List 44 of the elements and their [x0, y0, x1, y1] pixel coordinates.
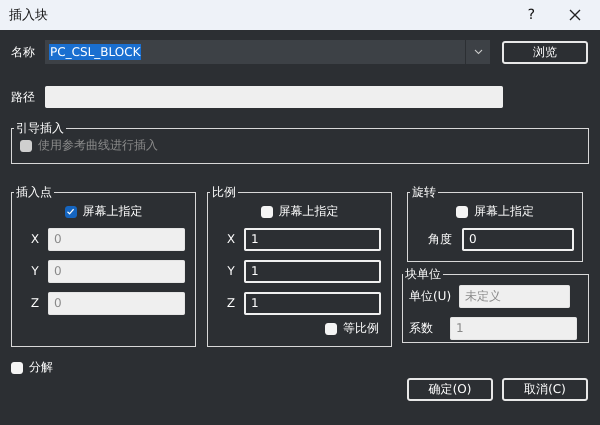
- dialog-button[interactable]: 确定(O): [407, 378, 493, 401]
- field-label: Z: [226, 296, 236, 310]
- dialog-button[interactable]: 取消(C): [502, 378, 588, 401]
- checkbox-label: 等比例: [343, 320, 379, 337]
- field-label: 名称: [11, 44, 36, 60]
- input-field[interactable]: 1: [244, 228, 381, 250]
- input-field: 0: [48, 260, 185, 282]
- checkbox[interactable]: [260, 206, 272, 218]
- checkbox-label: 使用参考曲线进行插入: [38, 137, 158, 154]
- field-label: 角度: [427, 230, 453, 248]
- checkbox[interactable]: [11, 362, 23, 374]
- field-label: 路径: [11, 88, 36, 106]
- checkbox-label: 屏幕上指定: [474, 203, 534, 220]
- group-title: 块单位: [404, 266, 442, 283]
- field-label: Y: [30, 264, 40, 278]
- browse-button[interactable]: 浏览: [502, 40, 588, 64]
- path-field[interactable]: [45, 86, 503, 108]
- group-title: 比例: [211, 184, 237, 201]
- checkbox-label: 屏幕上指定: [278, 203, 338, 220]
- input-field[interactable]: 1: [244, 260, 381, 282]
- input-field[interactable]: 0: [462, 228, 574, 250]
- field-label: 系数: [409, 320, 434, 336]
- input-field: 0: [48, 228, 185, 250]
- input-field: 1: [450, 316, 577, 340]
- input-field: 未定义: [459, 284, 570, 308]
- window-title: 插入块: [9, 7, 48, 24]
- group-title: 引导插入: [15, 120, 65, 137]
- field-label: Z: [30, 296, 40, 310]
- checkbox-label: 屏幕上指定: [82, 203, 142, 220]
- field-label: 单位(U): [409, 288, 452, 304]
- group-title: 旋转: [411, 184, 437, 201]
- group-title: 插入点: [15, 184, 53, 201]
- field-label: X: [226, 232, 236, 246]
- input-field: 0: [48, 292, 185, 314]
- checkbox[interactable]: [456, 206, 468, 218]
- help-button[interactable]: ?: [524, 7, 539, 23]
- checkbox[interactable]: [325, 322, 337, 334]
- checkbox[interactable]: [64, 206, 76, 218]
- close-icon[interactable]: [569, 9, 581, 21]
- checkbox-label: 分解: [29, 359, 53, 376]
- field-label: X: [30, 232, 40, 246]
- input-field[interactable]: 1: [244, 292, 381, 314]
- name-combobox[interactable]: PC_CSL_BLOCK: [45, 40, 490, 64]
- field-label: Y: [226, 264, 236, 278]
